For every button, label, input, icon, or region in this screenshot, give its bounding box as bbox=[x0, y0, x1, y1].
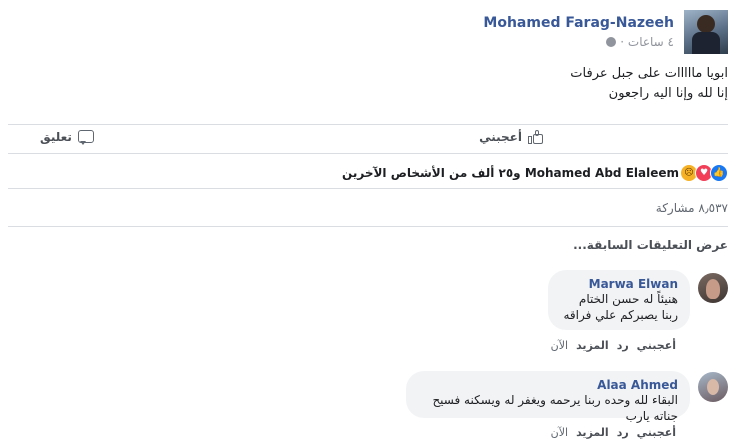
comment-bubble: Alaa Ahmed البقاء لله وحده ربنا يرحمه وي… bbox=[406, 371, 690, 423]
comment-time[interactable]: الآن bbox=[551, 426, 568, 439]
comment-text: ربنا يصبركم علي فراقه bbox=[563, 308, 678, 322]
post-meta: ٤ ساعات · bbox=[606, 35, 674, 49]
post-time[interactable]: ٤ ساعات · bbox=[620, 35, 674, 49]
like-button[interactable]: أعجبني bbox=[479, 130, 544, 144]
author-name[interactable]: Mohamed Farag-Nazeeh bbox=[483, 15, 674, 31]
post-text: ابويا مااااات على جبل عرفات إنا لله وإنا… bbox=[570, 64, 728, 104]
divider bbox=[8, 188, 728, 189]
author-avatar[interactable] bbox=[684, 10, 728, 54]
comment-reply-link[interactable]: رد bbox=[617, 339, 629, 352]
comment-time[interactable]: الآن bbox=[551, 339, 568, 352]
comment-more-link[interactable]: المزيد bbox=[576, 339, 609, 352]
comment-icon bbox=[77, 130, 94, 145]
reactions-text[interactable]: Mohamed Abd Elaleem و٢٥ ألف من الأشخاص ا… bbox=[342, 166, 679, 180]
comment-reply-link[interactable]: رد bbox=[617, 426, 629, 439]
share-count[interactable]: ٨٫٥٣٧ مشاركة bbox=[656, 201, 728, 215]
reactions-summary[interactable]: ☹ ♥ 👍 Mohamed Abd Elaleem و٢٥ ألف من الأ… bbox=[342, 164, 728, 182]
view-previous-comments-link[interactable]: عرض التعليقات السابقة... bbox=[573, 238, 728, 252]
comment-text: البقاء لله وحده ربنا يرحمه ويغفر له ويسك… bbox=[432, 393, 678, 423]
post-line: ابويا مااااات على جبل عرفات bbox=[570, 66, 728, 81]
reaction-icons: ☹ ♥ 👍 bbox=[680, 164, 728, 182]
comment-like-link[interactable]: أعجبني bbox=[637, 426, 676, 439]
post-line: إنا لله وإنا اليه راجعون bbox=[608, 86, 728, 101]
comment-more-link[interactable]: المزيد bbox=[576, 426, 609, 439]
commenter-name[interactable]: Alaa Ahmed bbox=[418, 378, 678, 392]
thumbs-up-icon bbox=[528, 130, 544, 144]
comment-button[interactable]: تعليق bbox=[40, 130, 94, 145]
globe-icon bbox=[606, 37, 617, 47]
comment-actions: أعجبني رد المزيد الآن bbox=[551, 426, 676, 439]
divider bbox=[8, 153, 728, 154]
like-icon: 👍 bbox=[710, 164, 728, 182]
commenter-name[interactable]: Marwa Elwan bbox=[560, 277, 678, 291]
comment-actions: أعجبني رد المزيد الآن bbox=[551, 339, 676, 352]
comment-text: هنيئاً له حسن الختام bbox=[578, 292, 678, 306]
comment-like-link[interactable]: أعجبني bbox=[637, 339, 676, 352]
comment-bubble: Marwa Elwan هنيئاً له حسن الختام ربنا يص… bbox=[548, 270, 690, 330]
divider bbox=[8, 124, 728, 125]
like-label: أعجبني bbox=[479, 130, 522, 144]
commenter-avatar[interactable] bbox=[698, 372, 728, 402]
commenter-avatar[interactable] bbox=[698, 273, 728, 303]
divider bbox=[8, 226, 728, 227]
comment-label: تعليق bbox=[40, 130, 72, 144]
